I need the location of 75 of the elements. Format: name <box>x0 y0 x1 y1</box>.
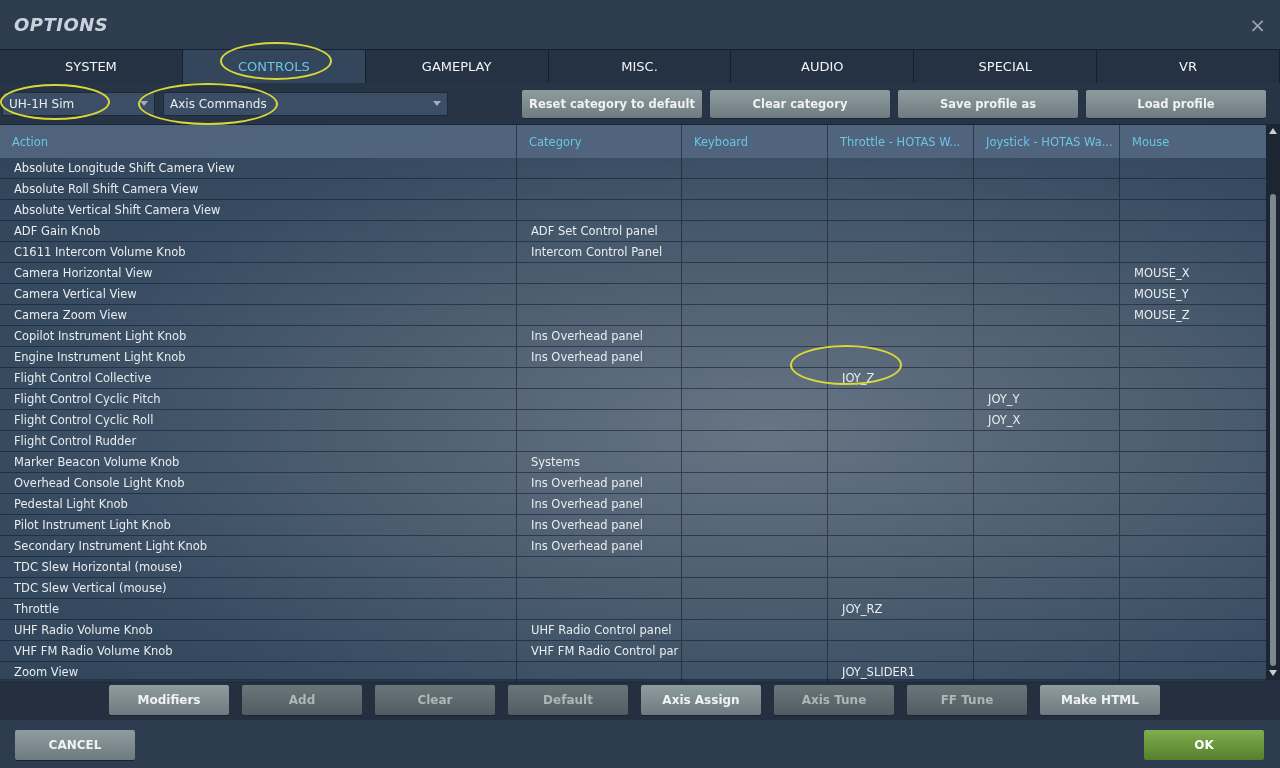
scroll-down-icon <box>1269 670 1277 676</box>
table-cell: Ins Overhead panel <box>531 497 644 511</box>
table-cell: Overhead Console Light Knob <box>14 476 185 490</box>
table-cell: JOY_RZ <box>842 602 883 616</box>
tab[interactable]: SYSTEM <box>0 50 183 83</box>
tab[interactable]: GAMEPLAY <box>365 50 549 83</box>
table-cell: Ins Overhead panel <box>531 329 644 343</box>
table-cell: Secondary Instrument Light Knob <box>14 539 207 553</box>
tab[interactable]: VR <box>1097 50 1280 83</box>
table-cell: Ins Overhead panel <box>531 518 644 532</box>
table-cell: Intercom Control Panel <box>531 245 663 259</box>
table-cell: TDC Slew Horizontal (mouse) <box>14 560 183 574</box>
window-title: OPTIONS <box>14 14 109 35</box>
toolbar-button[interactable]: Reset category to default <box>522 89 702 118</box>
tab[interactable]: CONTROLS <box>182 50 366 83</box>
table-cell: C1611 Intercom Volume Knob <box>14 245 186 259</box>
table-cell: UHF Radio Volume Knob <box>14 623 153 637</box>
table-cell: Ins Overhead panel <box>531 350 644 364</box>
table-cell: VHF FM Radio Volume Knob <box>14 644 173 658</box>
table-cell: MOUSE_X <box>1134 266 1190 280</box>
column-header[interactable]: Joystick - HOTAS Wa... <box>974 125 1120 158</box>
table-cell: Camera Zoom View <box>14 308 127 322</box>
toolbar-button[interactable]: Save profile as <box>898 89 1078 118</box>
table-cell: Flight Control Rudder <box>14 434 137 448</box>
table-cell: Ins Overhead panel <box>531 476 644 490</box>
table-cell: Absolute Longitude Shift Camera View <box>14 161 235 175</box>
scrollbar[interactable] <box>1266 125 1280 679</box>
column-header[interactable]: Throttle - HOTAS W... <box>828 125 974 158</box>
table-cell: Zoom View <box>14 665 79 679</box>
column-header[interactable]: Mouse <box>1120 125 1266 158</box>
column-header[interactable]: Keyboard <box>682 125 828 158</box>
table-cell: Pedestal Light Knob <box>14 497 128 511</box>
table-cell: Absolute Roll Shift Camera View <box>14 182 199 196</box>
tab[interactable]: SPECIAL <box>914 50 1098 83</box>
table-cell: Copilot Instrument Light Knob <box>14 329 187 343</box>
tab[interactable]: AUDIO <box>731 50 915 83</box>
table-cell: Throttle <box>14 602 60 616</box>
cancel-button[interactable]: CANCEL <box>15 730 135 760</box>
table-cell: Ins Overhead panel <box>531 539 644 553</box>
category-dropdown[interactable]: Axis Commands <box>163 91 448 116</box>
table-cell: JOY_SLIDER1 <box>842 665 916 679</box>
table-cell: TDC Slew Vertical (mouse) <box>14 581 167 595</box>
toolbar-button[interactable]: Clear category <box>710 89 890 118</box>
column-header[interactable]: Category <box>517 125 682 158</box>
table-cell: Flight Control Collective <box>14 371 152 385</box>
toolbar-button[interactable]: Load profile <box>1086 89 1266 118</box>
caret-icon <box>433 101 441 106</box>
action-button[interactable]: Axis Assign <box>641 685 761 715</box>
table-cell: Camera Horizontal View <box>14 266 153 280</box>
table-cell: JOY_X <box>988 413 1021 427</box>
table-cell: MOUSE_Z <box>1134 308 1190 322</box>
table-cell: ADF Set Control panel <box>531 224 658 238</box>
table-cell: ADF Gain Knob <box>14 224 101 238</box>
caret-icon <box>140 101 148 106</box>
close-button[interactable]: × <box>1249 12 1266 37</box>
ok-button[interactable]: OK <box>1144 730 1264 760</box>
table-cell: MOUSE_Y <box>1134 287 1189 301</box>
table-cell: Flight Control Cyclic Pitch <box>14 392 161 406</box>
column-header[interactable]: Action <box>0 125 517 158</box>
tab[interactable]: MISC. <box>548 50 732 83</box>
table-cell: VHF FM Radio Control par <box>531 644 679 658</box>
scrollbar-thumb[interactable] <box>1270 194 1276 666</box>
table-cell: JOY_Y <box>988 392 1020 406</box>
table-cell: Absolute Vertical Shift Camera View <box>14 203 221 217</box>
table-cell: Camera Vertical View <box>14 287 137 301</box>
table-cell: Flight Control Cyclic Roll <box>14 413 154 427</box>
scroll-up-icon <box>1269 128 1277 134</box>
table-cell: Engine Instrument Light Knob <box>14 350 186 364</box>
aircraft-dropdown[interactable]: UH-1H Sim <box>2 91 155 116</box>
action-button[interactable]: Modifiers <box>109 685 229 715</box>
table-cell: Systems <box>531 455 580 469</box>
table-cell: Marker Beacon Volume Knob <box>14 455 180 469</box>
action-button[interactable]: Make HTML <box>1040 685 1160 715</box>
table-cell: UHF Radio Control panel <box>531 623 672 637</box>
table-cell: Pilot Instrument Light Knob <box>14 518 171 532</box>
